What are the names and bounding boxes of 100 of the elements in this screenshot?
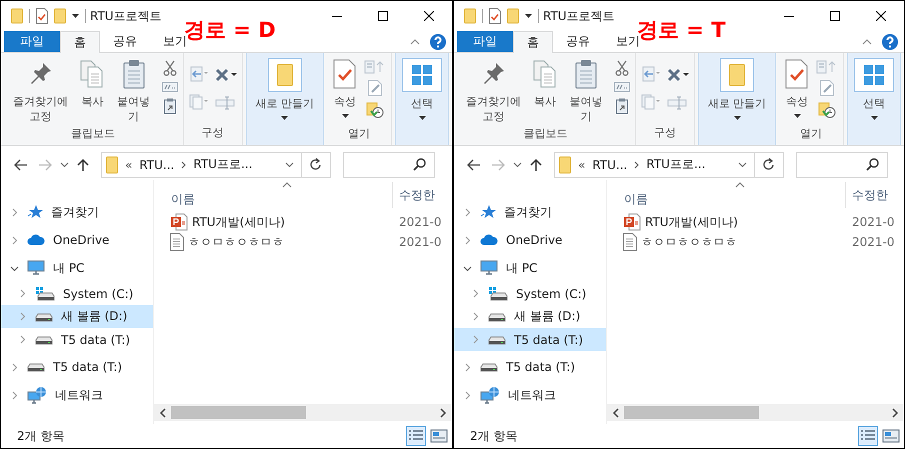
nav-item[interactable]: 즐겨찾기 xyxy=(454,198,606,226)
scrollbar-thumb[interactable] xyxy=(624,406,759,419)
nav-item[interactable]: 내 PC xyxy=(454,254,606,282)
nav-item[interactable]: T5 data (T:) xyxy=(454,328,606,351)
properties-button[interactable]: 속성 xyxy=(330,56,360,126)
nav-item[interactable]: 새 볼륨 (D:) xyxy=(1,305,153,328)
select-button[interactable]: 선택 xyxy=(399,56,445,128)
ribbon-tab[interactable]: 공유 xyxy=(553,31,603,52)
maximize-icon xyxy=(830,11,840,21)
scrollbar-thumb[interactable] xyxy=(171,406,306,419)
nav-item[interactable]: OneDrive xyxy=(1,226,153,254)
overflow-chevron[interactable]: « xyxy=(125,158,132,172)
breadcrumb[interactable]: RTU프로... xyxy=(193,156,252,173)
folder-icon xyxy=(106,156,118,174)
ribbon-tab[interactable]: 홈 xyxy=(513,31,553,53)
chevron-right-icon xyxy=(634,160,640,168)
search-icon xyxy=(413,158,426,171)
copy-button[interactable]: 복사 xyxy=(530,56,560,126)
file-name[interactable]: ㅎㅇㅁㅎㅇㅎㅁㅎ xyxy=(607,233,845,251)
annotation-text: 경로 = D xyxy=(184,17,276,42)
monitor-icon xyxy=(480,260,498,276)
nav-item[interactable]: OneDrive xyxy=(454,226,606,254)
open-icon xyxy=(816,60,838,74)
file-name[interactable]: RTU개발(세미나) xyxy=(607,213,845,231)
pin-button[interactable]: 즐겨찾기에 고정 xyxy=(459,56,528,126)
edit-icon xyxy=(368,80,382,96)
new-folder-button[interactable]: 새로 만들기 xyxy=(250,56,320,128)
paste-button[interactable]: 붙여넣기 xyxy=(562,56,610,126)
grid-icon xyxy=(863,64,885,86)
nav-item[interactable]: T5 data (T:) xyxy=(454,353,606,381)
select-button[interactable]: 선택 xyxy=(851,56,897,128)
rename-icon xyxy=(667,96,688,110)
help-icon xyxy=(882,34,898,50)
checklist-icon xyxy=(36,8,48,24)
file-name[interactable]: RTU개발(세미나) xyxy=(154,213,392,231)
drive-icon xyxy=(488,312,506,322)
system-drive-icon xyxy=(488,286,508,300)
view-button[interactable] xyxy=(858,426,878,446)
breadcrumb[interactable]: RTU... xyxy=(139,158,174,172)
nav-item[interactable]: 네트워크 xyxy=(454,381,606,409)
nav-item[interactable]: System (C:) xyxy=(1,282,153,305)
breadcrumb[interactable]: RTU프로... xyxy=(646,156,706,173)
search-field[interactable] xyxy=(343,152,435,178)
file-menu-tab[interactable]: 파일 xyxy=(4,31,60,52)
ribbon-tab[interactable]: 홈 xyxy=(60,31,100,53)
nav-item[interactable]: 새 볼륨 (D:) xyxy=(454,305,606,328)
presentation-file-icon xyxy=(623,213,641,231)
delete-icon xyxy=(667,68,690,82)
scissors-icon xyxy=(162,60,177,76)
clipboard-icon xyxy=(122,59,145,89)
folder-icon xyxy=(464,8,476,24)
address-bar[interactable]: « RTU... RTU프로... xyxy=(554,152,784,178)
nav-item[interactable]: System (C:) xyxy=(454,282,606,305)
column-header[interactable]: 수정한 xyxy=(392,182,435,208)
file-name[interactable]: ㅎㅇㅁㅎㅇㅎㅁㅎ xyxy=(154,233,392,251)
nav-item[interactable]: 네트워크 xyxy=(1,381,153,409)
nav-item[interactable]: 즐겨찾기 xyxy=(1,198,153,226)
grid-icon xyxy=(411,64,433,86)
search-icon xyxy=(866,158,879,171)
close-icon xyxy=(424,11,434,21)
group-label: 클립보드 xyxy=(70,127,115,140)
monitor-icon xyxy=(27,260,45,276)
properties-button[interactable]: 속성 xyxy=(782,56,812,126)
move-to-icon xyxy=(188,66,209,82)
presentation-file-icon xyxy=(170,213,188,231)
column-header[interactable]: 수정한 xyxy=(845,182,888,208)
copy-button[interactable]: 복사 xyxy=(77,56,108,126)
details-view-icon xyxy=(407,429,425,443)
view-button[interactable] xyxy=(406,426,426,446)
address-bar[interactable]: « RTU... RTU프로... xyxy=(101,152,331,178)
drive-icon xyxy=(488,334,506,344)
column-header[interactable]: 이름 xyxy=(154,191,392,208)
star-icon xyxy=(27,204,43,220)
breadcrumb[interactable]: RTU... xyxy=(592,158,628,172)
network-icon xyxy=(480,386,500,404)
nav-item[interactable]: 내 PC xyxy=(1,254,153,282)
pin-button[interactable]: 즐겨찾기에 고정 xyxy=(6,56,76,126)
ribbon-tab[interactable]: 공유 xyxy=(100,31,150,52)
folder-icon xyxy=(11,8,23,24)
nav-item[interactable]: T5 data (T:) xyxy=(1,353,153,381)
file-menu-tab[interactable]: 파일 xyxy=(457,31,513,52)
annotation-text: 경로 = T xyxy=(637,17,726,42)
copy-icon xyxy=(533,60,558,88)
overflow-chevron[interactable]: « xyxy=(578,158,586,172)
move-to-icon xyxy=(641,66,662,82)
open-icon xyxy=(364,60,386,74)
modified-date: 2021-0 xyxy=(398,215,442,229)
modified-date: 2021-0 xyxy=(398,235,442,249)
path-copy-icon xyxy=(614,82,630,92)
scroll-left-icon xyxy=(612,408,619,418)
new-folder-button[interactable]: 새로 만들기 xyxy=(702,56,772,128)
paste-button[interactable]: 붙여넣기 xyxy=(109,56,158,126)
path-copy-icon xyxy=(162,82,178,92)
pin-icon xyxy=(28,61,53,87)
search-field[interactable] xyxy=(796,152,888,178)
document-icon xyxy=(170,233,184,251)
nav-item[interactable]: T5 data (T:) xyxy=(1,328,153,351)
group-label: 클립보드 xyxy=(524,127,568,140)
forward-arrow-icon xyxy=(491,158,505,170)
column-header[interactable]: 이름 xyxy=(607,191,845,208)
